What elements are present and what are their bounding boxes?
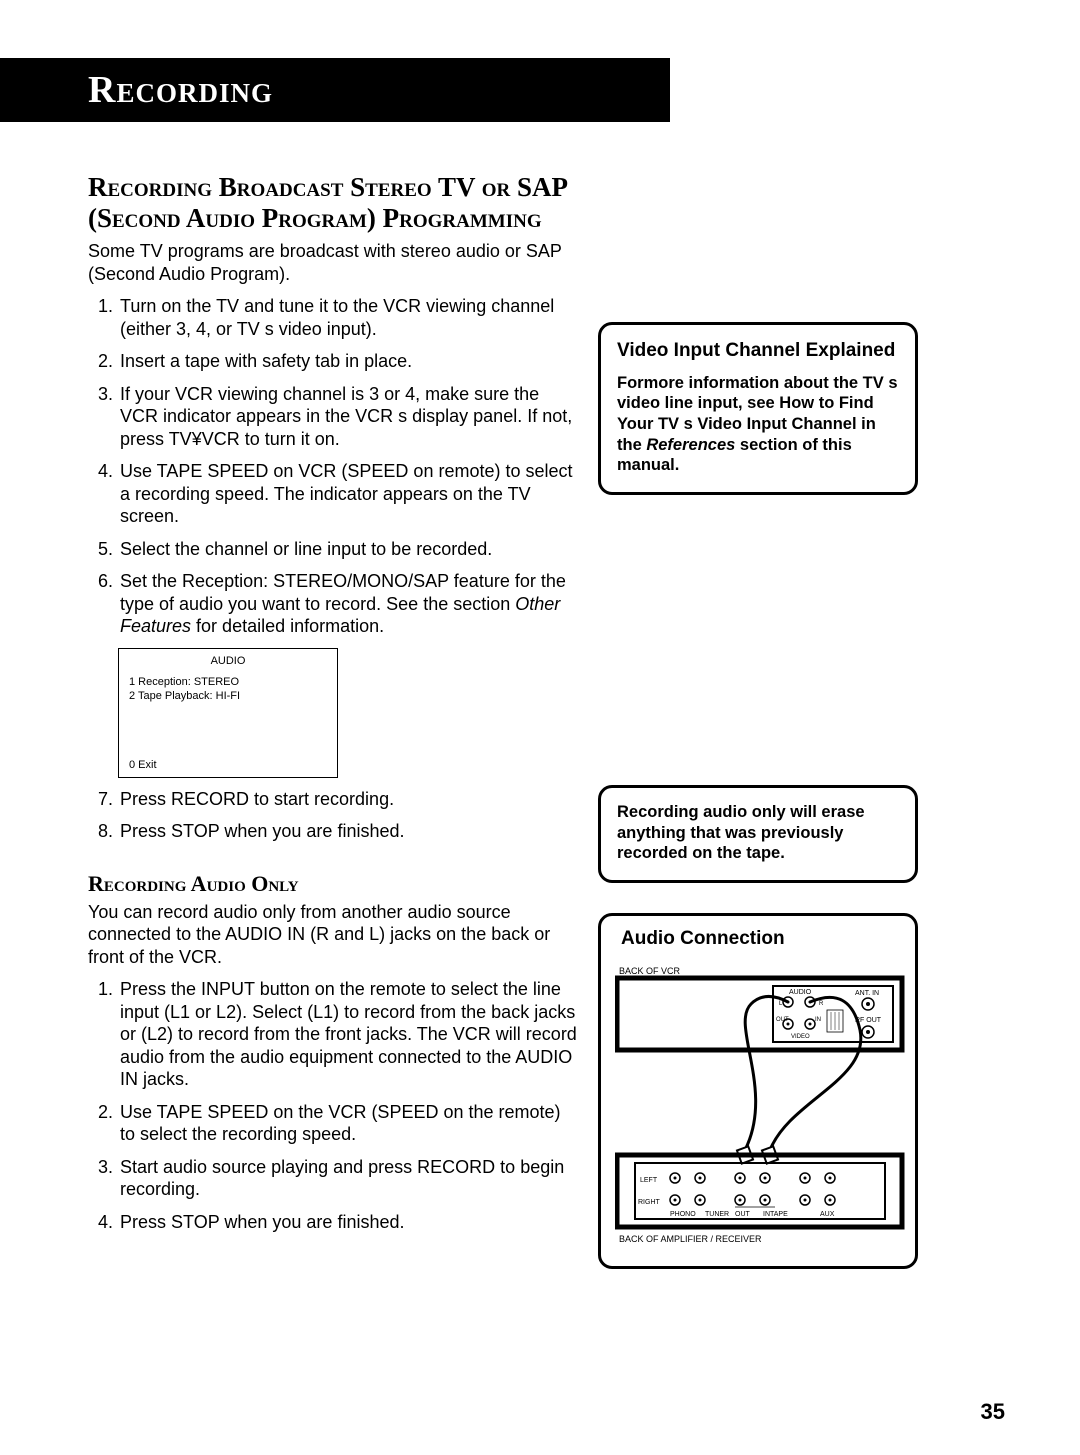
step: Set the Reception: STEREO/MONO/SAP featu… bbox=[118, 570, 578, 638]
section2-intro: You can record audio only from another a… bbox=[88, 901, 578, 969]
label-out2: OUT bbox=[735, 1211, 751, 1218]
callout-video-input: Video Input Channel Explained Formore in… bbox=[598, 322, 918, 495]
page-header: Recording bbox=[88, 68, 640, 112]
step-text: for detailed information. bbox=[191, 616, 384, 636]
step: Select the channel or line input to be r… bbox=[118, 538, 578, 561]
step: Press the INPUT button on the remote to … bbox=[118, 978, 578, 1091]
osd-line: 2 Tape Playback: HI-FI bbox=[129, 689, 327, 704]
label-tuner: TUNER bbox=[705, 1211, 729, 1218]
label-video: VIDEO bbox=[791, 1034, 810, 1040]
main-column: Recording Broadcast Stereo TV or SAP (Se… bbox=[88, 172, 578, 1269]
step: Start audio source playing and press REC… bbox=[118, 1156, 578, 1201]
callout-body: Recording audio only will erase anything… bbox=[617, 802, 899, 864]
step: If your VCR viewing channel is 3 or 4, m… bbox=[118, 383, 578, 451]
section1-steps: Turn on the TV and tune it to the VCR vi… bbox=[88, 295, 578, 638]
label-left: LEFT bbox=[640, 1177, 658, 1184]
section-title-broadcast: Recording Broadcast Stereo TV or SAP (Se… bbox=[88, 172, 578, 234]
label-aux: AUX bbox=[820, 1211, 835, 1218]
osd-preview: AUDIO 1 Reception: STEREO 2 Tape Playbac… bbox=[118, 648, 338, 778]
osd-title: AUDIO bbox=[129, 655, 327, 667]
label-audio: AUDIO bbox=[789, 989, 812, 996]
label-amp: BACK OF AMPLIFIER / RECEIVER bbox=[619, 1234, 762, 1244]
label-vcr: BACK OF VCR bbox=[619, 966, 681, 976]
label-in: IN bbox=[815, 1017, 821, 1023]
step: Insert a tape with safety tab in place. bbox=[118, 350, 578, 373]
connection-svg: BACK OF VCR AUDIO L R OUT IN VIDEO A bbox=[615, 960, 905, 1250]
diagram-title: Audio Connection bbox=[615, 928, 901, 950]
callout-body: Formore information about the TV s video… bbox=[617, 373, 899, 476]
step: Press RECORD to start recording. bbox=[118, 788, 578, 811]
step: Use TAPE SPEED on VCR (SPEED on remote) … bbox=[118, 460, 578, 528]
amp-jacks bbox=[670, 1173, 835, 1205]
step-text: Set the Reception: STEREO/MONO/SAP featu… bbox=[120, 571, 566, 614]
label-r: R bbox=[819, 1001, 824, 1007]
label-out: OUT bbox=[776, 1017, 789, 1023]
section1-steps-after: Press RECORD to start recording. Press S… bbox=[88, 788, 578, 843]
step: Press STOP when you are finished. bbox=[118, 1211, 578, 1234]
sidebar-column: Video Input Channel Explained Formore in… bbox=[598, 172, 918, 1269]
callout-title: Video Input Channel Explained bbox=[617, 339, 899, 363]
callout-italic: References bbox=[646, 436, 735, 454]
step: Turn on the TV and tune it to the VCR vi… bbox=[118, 295, 578, 340]
osd-line: 1 Reception: STEREO bbox=[129, 675, 327, 690]
audio-connection-diagram: Audio Connection BACK OF VCR AUDIO L R O… bbox=[598, 913, 918, 1269]
section2-steps: Press the INPUT button on the remote to … bbox=[88, 978, 578, 1233]
osd-exit: 0 Exit bbox=[129, 759, 157, 771]
section1-intro: Some TV programs are broadcast with ster… bbox=[88, 240, 578, 285]
page-number: 35 bbox=[981, 1399, 1005, 1425]
callout-erase-warning: Recording audio only will erase anything… bbox=[598, 785, 918, 883]
label-phono: PHONO bbox=[670, 1211, 696, 1218]
section-title-audio-only: Recording Audio Only bbox=[88, 871, 578, 897]
header-bar: Recording bbox=[0, 58, 670, 122]
label-tape: TAPE bbox=[770, 1211, 788, 1218]
step: Press STOP when you are finished. bbox=[118, 820, 578, 843]
label-right: RIGHT bbox=[638, 1199, 661, 1206]
label-ant-in: ANT. IN bbox=[855, 990, 879, 997]
step: Use TAPE SPEED on the VCR (SPEED on the … bbox=[118, 1101, 578, 1146]
label-in2: IN bbox=[763, 1211, 770, 1218]
